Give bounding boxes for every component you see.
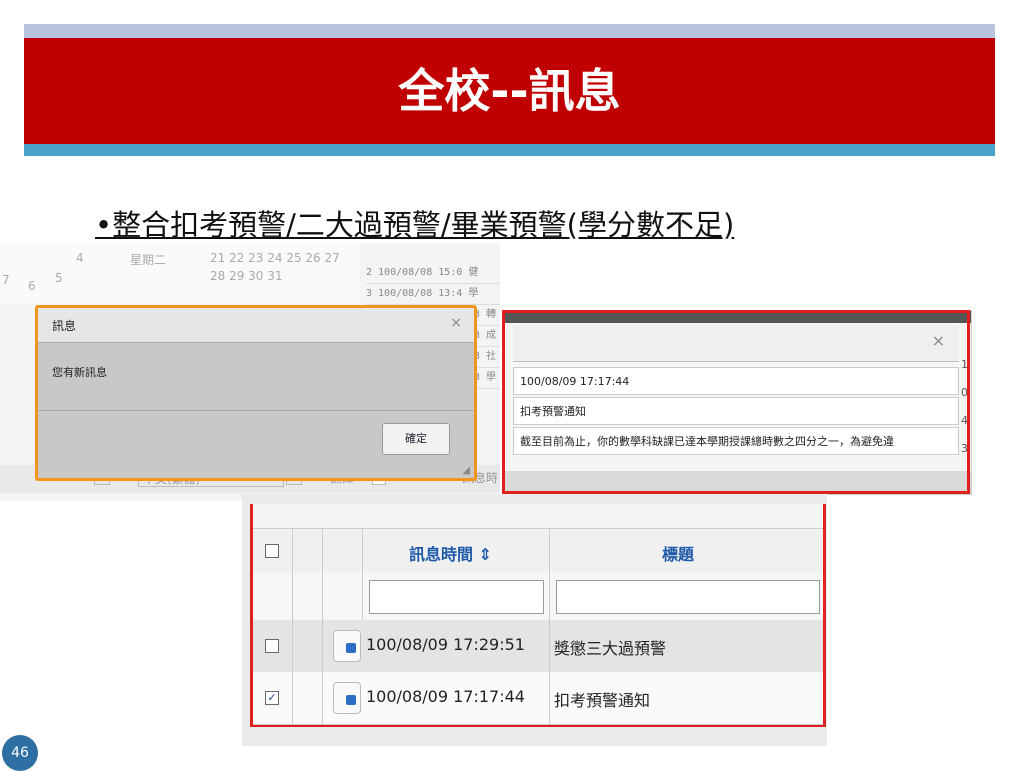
row-title: 扣考預警通知 (554, 691, 651, 710)
title-band-top (24, 24, 995, 38)
top-bar (503, 311, 971, 323)
dialog-message: 您有新訊息 (52, 366, 107, 379)
screenshot-popup: 7 6 5 4 星期二 21 22 23 24 25 26 27 28 29 3… (0, 243, 500, 501)
title-band-bottom (24, 144, 995, 156)
row-time: 100/08/09 17:29:51 (366, 635, 525, 654)
resize-handle-icon[interactable]: ◢ (462, 465, 470, 476)
dialog-title: 訊息 (52, 319, 77, 333)
table-row[interactable]: ✓ 100/08/09 17:17:44 扣考預警通知 (253, 672, 823, 725)
detail-content: 截至目前為止，你的數學科缺課已達本學期授課總時數之四分之一，為避免違 (513, 427, 959, 455)
message-grid: 訊息時間 ⇕ 標題 100/08/09 17:29:51 獎懲三大過預警 ✓ 1… (250, 504, 826, 727)
open-message-button[interactable] (333, 630, 361, 662)
title-filter-input[interactable] (556, 580, 820, 614)
screenshot-message-grid: 訊息時間 ⇕ 標題 100/08/09 17:29:51 獎懲三大過預警 ✓ 1… (242, 494, 827, 746)
side-numbers: 1 0 4 3 3 (961, 358, 968, 483)
close-icon[interactable]: × (932, 331, 945, 350)
calendar-background: 7 6 5 4 星期二 21 22 23 24 25 26 27 28 29 3… (0, 243, 360, 303)
header-time[interactable]: 訊息時間 ⇕ (363, 529, 550, 573)
detail-header: × (513, 325, 959, 362)
time-filter-input[interactable] (369, 580, 544, 614)
row-checkbox[interactable] (265, 639, 279, 653)
grid-header-row: 訊息時間 ⇕ 標題 (253, 528, 823, 574)
open-message-button[interactable] (333, 682, 361, 714)
detail-time: 100/08/09 17:17:44 (513, 367, 959, 395)
table-row[interactable]: 100/08/09 17:29:51 獎懲三大過預警 (253, 620, 823, 673)
header-title-label: 標題 (662, 545, 695, 564)
header-time-label: 訊息時間 ⇕ (409, 545, 492, 564)
header-title[interactable]: 標題 (550, 529, 823, 573)
new-message-dialog: 訊息 × 您有新訊息 確定 ◢ (35, 305, 477, 481)
row-time: 100/08/09 17:17:44 (366, 687, 525, 706)
row-title: 獎懲三大過預警 (554, 639, 667, 658)
screenshot-message-detail: × 100/08/09 17:17:44 扣考預警通知 截至目前為止，你的數學科… (502, 310, 972, 495)
bullet-text: •整合扣考預警/二大過預警/畢業預警(學分數不足) (95, 208, 735, 242)
message-icon (346, 643, 356, 653)
close-icon[interactable]: × (450, 315, 462, 331)
row-checkbox-checked[interactable]: ✓ (265, 691, 279, 705)
select-all-checkbox[interactable] (265, 544, 279, 558)
filter-row (253, 572, 823, 621)
page-number: 46 (2, 735, 38, 771)
divider (38, 410, 474, 411)
dialog-header: 訊息 × (38, 308, 474, 343)
detail-subject: 扣考預警通知 (513, 397, 959, 425)
message-icon (346, 695, 356, 705)
bottom-bar (503, 471, 971, 494)
confirm-button[interactable]: 確定 (382, 423, 450, 455)
slide-title: 全校--訊息 (398, 64, 621, 118)
